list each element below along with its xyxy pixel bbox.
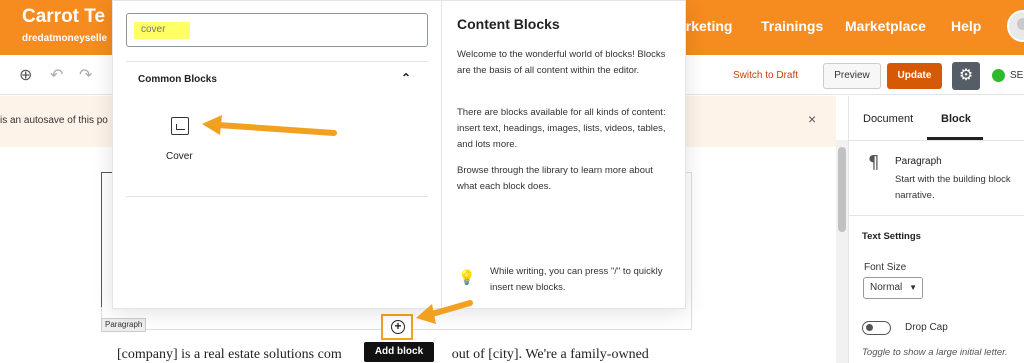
redo-icon[interactable]: ↷ <box>79 65 92 85</box>
site-subtitle: dredatmoneyselle <box>22 33 108 44</box>
paragraph-text-start: [company] is a real estate solutions com <box>117 347 342 362</box>
drop-cap-label: Drop Cap <box>905 322 948 333</box>
switch-to-draft-button[interactable]: Switch to Draft <box>733 70 798 81</box>
lightbulb-icon: 💡 <box>458 269 476 285</box>
chevron-up-icon[interactable]: ⌃ <box>401 71 411 85</box>
tabs-divider <box>849 140 1024 141</box>
search-value: cover <box>141 24 166 35</box>
notice-text: is an autosave of this po <box>0 115 108 126</box>
active-tab-indicator <box>927 137 983 140</box>
info-paragraph-1: Welcome to the wonderful world of blocks… <box>457 49 666 76</box>
section-divider <box>849 215 1024 216</box>
nav-trainings[interactable]: Trainings <box>761 18 823 34</box>
divider <box>126 61 428 62</box>
seo-status-icon <box>992 69 1005 82</box>
seo-label[interactable]: SE <box>1010 70 1023 81</box>
block-search-input[interactable]: cover <box>126 13 428 47</box>
paragraph-icon: ¶ <box>868 152 880 173</box>
tab-document[interactable]: Document <box>863 113 913 125</box>
panel-divider <box>441 1 442 310</box>
paragraph-text-end: out of [city]. We're a family-owned <box>451 347 649 362</box>
drop-cap-help-text: Toggle to show a large initial letter. <box>862 347 1008 358</box>
cover-block-icon[interactable] <box>171 117 189 135</box>
divider <box>126 196 428 197</box>
add-block-tooltip: Add block <box>364 342 434 362</box>
inserter-tip: While writing, you can press "/" to quic… <box>490 266 663 293</box>
undo-icon[interactable]: ↶ <box>50 65 63 85</box>
font-size-value: Normal <box>870 282 903 293</box>
block-name: Paragraph <box>895 156 942 167</box>
info-paragraph-3: Browse through the library to learn more… <box>457 165 653 192</box>
add-block-icon[interactable]: ⊕ <box>19 65 32 85</box>
text-settings-heading[interactable]: Text Settings <box>862 231 921 242</box>
block-type-tag: Paragraph <box>101 318 147 332</box>
annotation-arrow-icon <box>202 115 337 136</box>
nav-marketplace[interactable]: Marketplace <box>845 18 926 34</box>
scrollbar-thumb[interactable] <box>838 147 846 232</box>
plus-circle-icon: + <box>391 320 405 334</box>
annotation-arrow-icon <box>416 300 473 324</box>
avatar[interactable] <box>1007 10 1024 42</box>
info-paragraph-2: There are blocks available for all kinds… <box>457 107 666 150</box>
drop-cap-toggle[interactable] <box>862 321 891 335</box>
close-icon[interactable]: × <box>808 111 816 127</box>
content-blocks-title: Content Blocks <box>457 16 560 32</box>
settings-gear-icon[interactable]: ⚙ <box>952 62 980 90</box>
block-inserter-popover: cover Common Blocks ⌃ Cover Content Bloc… <box>112 0 686 310</box>
chevron-down-icon: ▼ <box>909 283 917 292</box>
font-size-label: Font Size <box>864 262 907 273</box>
preview-button[interactable]: Preview <box>823 63 881 89</box>
tab-block[interactable]: Block <box>941 113 971 125</box>
nav-marketing[interactable]: arketing <box>678 18 732 34</box>
nav-help[interactable]: Help <box>951 18 981 34</box>
site-title[interactable]: Carrot Te <box>22 6 105 28</box>
cover-block-label[interactable]: Cover <box>166 151 193 162</box>
update-button[interactable]: Update <box>887 63 942 89</box>
block-description: Start with the building block narrative. <box>895 174 1011 201</box>
font-size-select[interactable]: Normal ▼ <box>863 277 923 299</box>
common-blocks-heading[interactable]: Common Blocks <box>138 74 217 85</box>
add-block-button[interactable]: + <box>381 314 413 340</box>
